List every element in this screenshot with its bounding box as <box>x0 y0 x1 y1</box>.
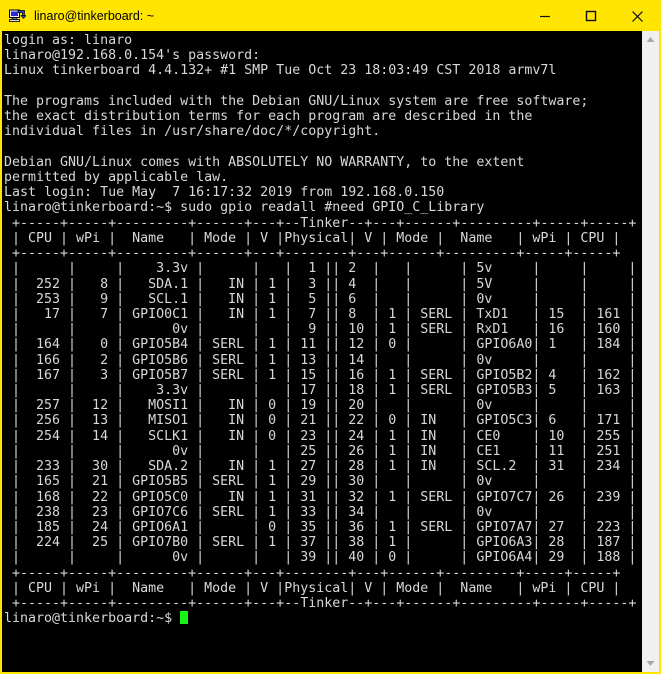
scrollbar-track[interactable] <box>642 48 659 655</box>
scroll-up-arrow[interactable] <box>642 31 659 48</box>
minimize-button[interactable] <box>522 1 568 31</box>
window-controls <box>522 1 660 31</box>
terminal-screen[interactable]: login as: linaro linaro@192.168.0.154's … <box>2 31 642 672</box>
title-bar[interactable]: linaro@tinkerboard: ~ <box>1 1 660 31</box>
maximize-button[interactable] <box>568 1 614 31</box>
terminal-output: login as: linaro linaro@192.168.0.154's … <box>4 33 637 627</box>
window-title: linaro@tinkerboard: ~ <box>34 9 155 23</box>
scroll-down-arrow[interactable] <box>642 655 659 672</box>
terminal-scrollbar[interactable] <box>642 31 659 672</box>
putty-icon <box>8 7 27 25</box>
putty-window: linaro@tinkerboard: ~ login as: linaro l… <box>0 0 661 674</box>
terminal-cursor <box>180 611 189 625</box>
terminal-area: login as: linaro linaro@192.168.0.154's … <box>2 31 659 672</box>
close-button[interactable] <box>614 1 660 31</box>
